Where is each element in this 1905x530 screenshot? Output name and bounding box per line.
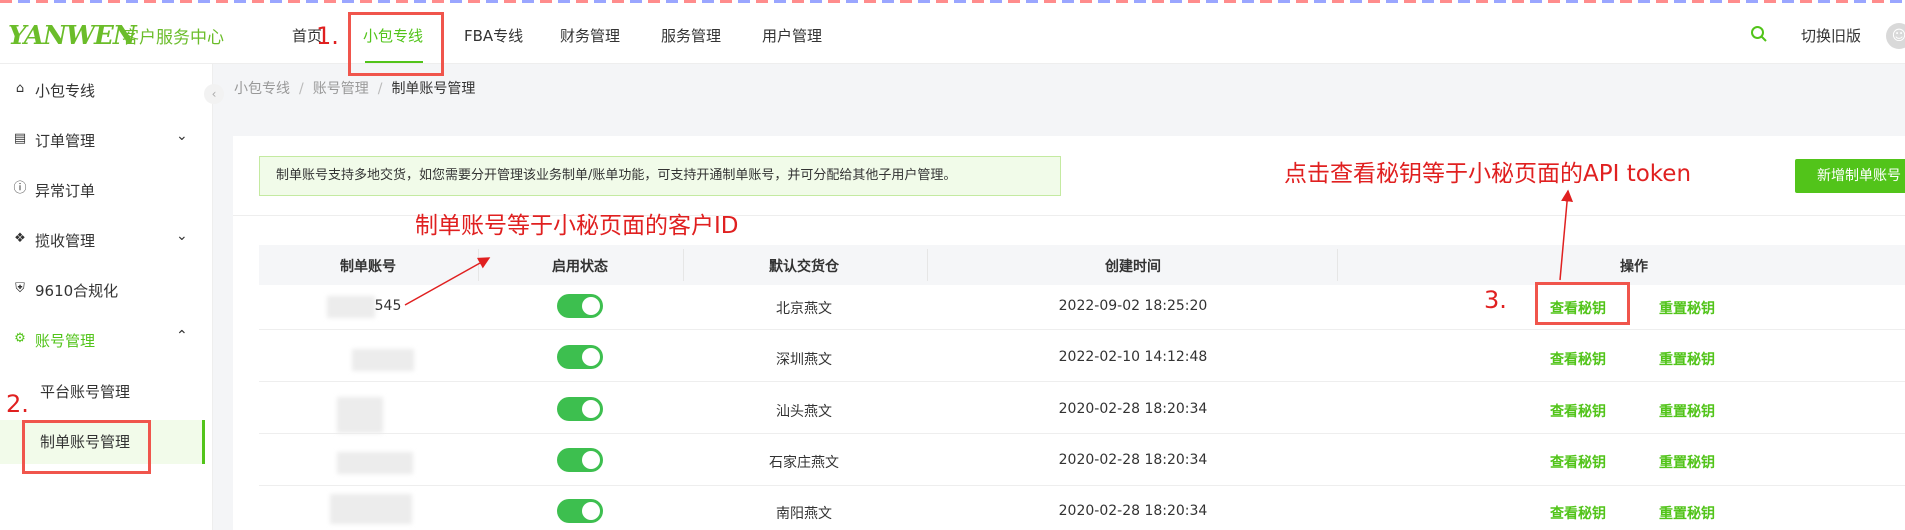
arrow-to-view-key (1559, 189, 1574, 281)
annotation-arrows (404, 189, 1574, 306)
arrow-to-account-header (404, 257, 491, 306)
